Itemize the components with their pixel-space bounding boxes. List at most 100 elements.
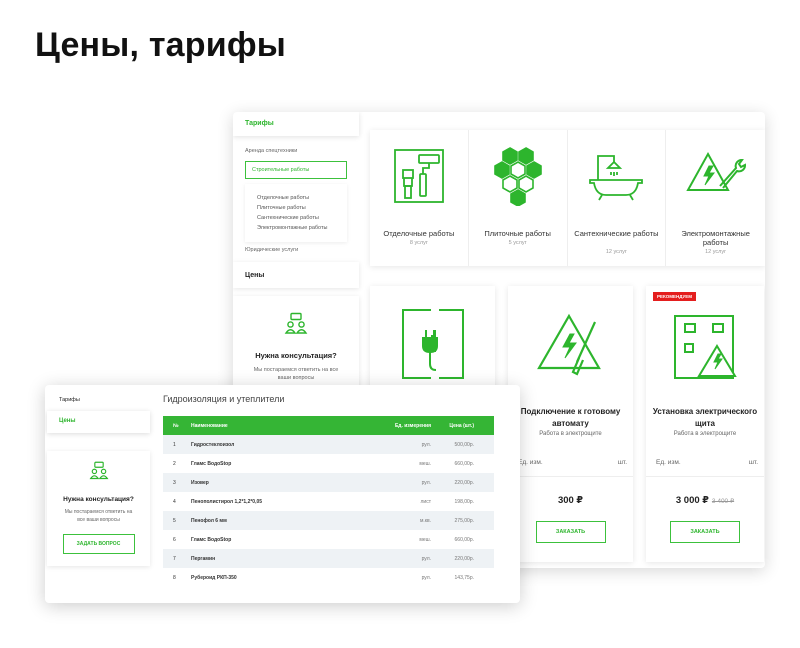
unit-label: Ед. изм. [518,459,543,466]
category-card-tiling[interactable]: Плиточные работы 5 услуг [469,130,568,266]
sidebar-item-legal[interactable]: Юридические услуги [245,247,298,253]
product-name: Установка электрического щита [652,407,758,428]
cell-name: Гламс ВодоStop [191,536,232,543]
cell-unit: рул. [421,574,431,581]
cell-number: 3 [173,479,176,486]
cell-price: 198,00р. [454,498,474,505]
cell-name: Пенополистирол 1,2*1,2*0,05 [191,498,263,505]
table-row[interactable]: 6 Гламс ВодоStop меш. 660,00р. [163,530,494,549]
cell-name: Пенофол 6 мм [191,517,227,524]
cell-number: 7 [173,555,176,562]
submenu-item-electrical[interactable]: Электромонтажные работы [257,225,327,231]
unit-label: Ед. изм. [656,459,681,466]
cell-price: 220,00р. [454,479,474,486]
recommended-badge: РЕКОМЕНДУЕМ [653,292,697,301]
cell-price: 660,00р. [454,536,474,543]
cell-price: 660,00р. [454,460,474,467]
page-title: Цены, тарифы [35,26,287,64]
electric-panel-icon [674,315,737,379]
price-value: 3 000 ₽ [675,495,709,506]
consult-text: Мы постараемся ответить на все ваши вопр… [64,509,133,523]
cell-number: 4 [173,498,176,505]
cell-name: Гидростеклоизол [191,441,235,448]
bathtub-icon [589,155,644,201]
order-button[interactable]: ЗАКАЗАТЬ [535,521,606,543]
category-grid: Отделочные работы 8 услуг Плиточные рабо… [370,130,765,266]
consult-text: Мы постараемся ответить на все ваши вопр… [253,367,339,381]
table-title: Гидроизоляция и утеплители [163,394,285,404]
cell-unit: меш. [419,536,431,543]
table-row[interactable]: 4 Пенополистирол 1,2*1,2*0,05 лист 198,00р. [163,492,494,511]
table-row[interactable]: 5 Пенофол 6 мм м.кв. 275,00р. [163,511,494,530]
table-row[interactable]: 7 Пергамин рул. 220,00р. [163,549,494,568]
paint-tools-icon [393,149,444,203]
category-card-electrical[interactable]: Электромонтажные работы 12 услуг [666,130,765,266]
table-body: 1 Гидростеклоизол рул. 500,00р. 2 Гламс ВодоS… [163,435,494,587]
column-header-price: Цена (шт.) [449,422,474,429]
consult-title: Нужна консультация? [63,496,134,503]
electric-wrench-icon [685,151,746,191]
product-card[interactable]: Подключение к готовому автомату Работа в… [508,286,633,562]
table-header: № Наименование Ед. измерения Цена (шт.) [163,416,494,435]
sidebar-item-label: Цены [245,272,265,279]
unit-value: шт. [748,459,758,466]
cell-name: Рубероид РКП-350 [191,574,237,581]
consultation-people-icon [284,312,308,334]
divider [508,476,633,477]
price-value: 300 ₽ [557,495,584,506]
sidebar-item-prices[interactable]: Цены [233,262,359,288]
cell-unit: рул. [421,555,431,562]
submenu-item-tiling[interactable]: Плиточные работы [257,205,306,211]
cell-name: Изовер [191,479,209,486]
sidebar-item-label: Цены [59,418,76,424]
old-price: 3 400 ₽ [711,498,735,505]
cell-unit: лист [420,498,431,505]
column-header-unit: Ед. измерения [394,422,431,429]
column-header-number: № [173,422,179,429]
cell-name: Пергамин [191,555,216,562]
cell-unit: меш. [419,460,431,467]
ask-question-button[interactable]: ЗАДАТЬ ВОПРОС [62,534,135,554]
category-card-finishing[interactable]: Отделочные работы 8 услуг [370,130,469,266]
cell-number: 2 [173,460,176,467]
unit-row: Ед. изм. шт. [656,459,758,466]
prices-window: Тарифы Цены Нужна консультация? Мы поста… [45,385,520,603]
category-count: 12 услуг [605,249,627,255]
cell-price: 143,75р. [454,574,474,581]
unit-row: Ед. изм. шт. [518,459,627,466]
sidebar-item-rent[interactable]: Аренда спецтехники [245,148,297,154]
category-count: 12 услуг [705,249,727,255]
sidebar-item-label: Тарифы [245,120,274,127]
column-header-name: Наименование [191,422,228,429]
product-name: Подключение к готовому автомату [520,407,621,428]
consultation-people-icon [89,461,108,480]
cell-unit: рул. [421,479,431,486]
product-subtitle: Работа в электрощите [539,431,602,437]
table-row[interactable]: 3 Изовер рул. 220,00р. [163,473,494,492]
category-count: 8 услуг [409,240,428,246]
sidebar-item-prices[interactable]: Цены [47,411,150,433]
table-row[interactable]: 8 Рубероид РКП-350 рул. 143,75р. [163,568,494,587]
table-row[interactable]: 2 Гламс ВодоStop меш. 660,00р. [163,454,494,473]
submenu-item-plumbing[interactable]: Сантехнические работы [257,215,319,221]
table-row[interactable]: 1 Гидростеклоизол рул. 500,00р. [163,435,494,454]
sidebar-item-tariffs[interactable]: Тарифы [47,393,150,408]
warning-screwdriver-icon [536,313,601,376]
category-card-plumbing[interactable]: Сантехнические работы 12 услуг [568,130,667,266]
socket-plug-icon [401,309,464,379]
cell-price: 275,00р. [454,517,474,524]
submenu-item-finishing[interactable]: Отделочные работы [257,195,309,201]
cell-number: 8 [173,574,176,581]
cell-price: 500,00р. [454,441,474,448]
cell-unit: м.кв. [419,517,431,524]
cell-number: 5 [173,517,176,524]
cell-number: 6 [173,536,176,543]
order-button[interactable]: ЗАКАЗАТЬ [670,521,740,543]
sidebar-item-tariffs[interactable]: Тарифы [233,112,359,136]
category-name: Сантехнические работы [574,229,659,238]
consult-card: Нужна консультация? Мы постараемся ответ… [47,451,150,566]
consult-title: Нужна консультация? [255,351,337,360]
sidebar-item-construction[interactable]: Строительные работы [245,161,347,179]
cell-price: 220,00р. [454,555,474,562]
product-card[interactable]: РЕКОМЕНДУЕМ Установка электрического щит… [646,286,764,562]
